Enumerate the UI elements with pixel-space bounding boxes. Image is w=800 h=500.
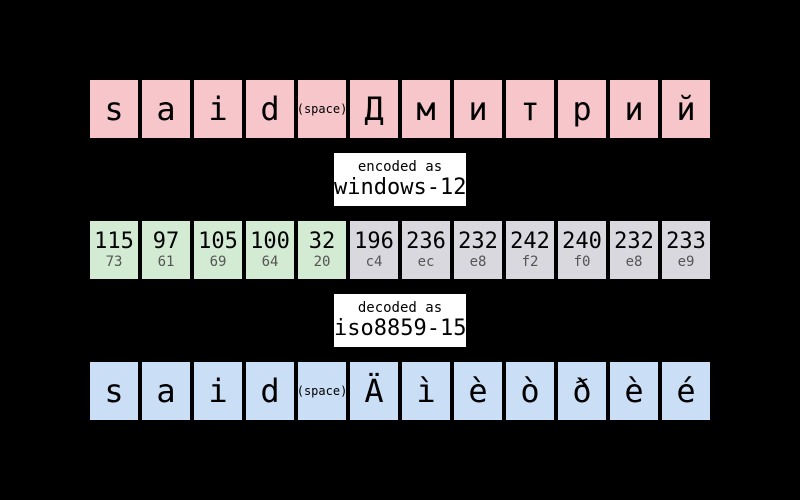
decoded-char-cell: è — [453, 361, 503, 421]
byte-cell: 9761 — [141, 220, 191, 280]
decoded-char-cell: a — [141, 361, 191, 421]
decoded-as-label: decoded as iso8859-15 — [334, 294, 466, 347]
original-char-cell: и — [453, 79, 503, 139]
decoded-char-cell: è — [609, 361, 659, 421]
byte-hex: 20 — [314, 255, 331, 269]
byte-hex: c4 — [366, 255, 383, 269]
byte-decimal: 232 — [614, 231, 654, 253]
byte-cell: 196c4 — [349, 220, 399, 280]
byte-hex: e8 — [470, 255, 487, 269]
byte-cell: 242f2 — [505, 220, 555, 280]
encoding-name: windows-1251 — [334, 175, 466, 200]
byte-decimal: 233 — [666, 231, 706, 253]
byte-cell: 233e9 — [661, 220, 711, 280]
original-char-cell: й — [661, 79, 711, 139]
original-char-cell: р — [557, 79, 607, 139]
byte-hex: 73 — [106, 255, 123, 269]
byte-cell: 232e8 — [453, 220, 503, 280]
encoded-as-text: encoded as — [334, 159, 466, 175]
byte-decimal: 97 — [153, 231, 180, 253]
original-char-cell: и — [609, 79, 659, 139]
decoded-char-cell: Ä — [349, 361, 399, 421]
decoded-char-cell: ò — [505, 361, 555, 421]
byte-cell: 232e8 — [609, 220, 659, 280]
byte-decimal: 196 — [354, 231, 394, 253]
byte-decimal: 32 — [309, 231, 336, 253]
original-chars-row: said(space)Дмитрий — [89, 79, 711, 139]
byte-hex: 64 — [262, 255, 279, 269]
byte-cell: 11573 — [89, 220, 139, 280]
byte-hex: 69 — [210, 255, 227, 269]
byte-decimal: 115 — [94, 231, 134, 253]
byte-decimal: 236 — [406, 231, 446, 253]
original-char-cell: d — [245, 79, 295, 139]
space-label: (space) — [297, 384, 348, 398]
byte-cell: 3220 — [297, 220, 347, 280]
byte-hex: e9 — [678, 255, 695, 269]
decoded-char-cell: ì — [401, 361, 451, 421]
decoding-name: iso8859-15 — [334, 316, 466, 341]
decoded-char-cell: (space) — [297, 361, 347, 421]
space-label: (space) — [297, 102, 348, 116]
original-char-cell: т — [505, 79, 555, 139]
byte-cell: 236 ec — [401, 220, 451, 280]
byte-decimal: 100 — [250, 231, 290, 253]
decoded-char-cell: ð — [557, 361, 607, 421]
original-char-cell: s — [89, 79, 139, 139]
original-char-cell: м — [401, 79, 451, 139]
decoded-as-text: decoded as — [334, 300, 466, 316]
byte-hex: 61 — [158, 255, 175, 269]
byte-hex: e8 — [626, 255, 643, 269]
byte-decimal: 232 — [458, 231, 498, 253]
byte-cell: 10569 — [193, 220, 243, 280]
original-char-cell: a — [141, 79, 191, 139]
original-char-cell: i — [193, 79, 243, 139]
decoded-char-cell: d — [245, 361, 295, 421]
byte-decimal: 240 — [562, 231, 602, 253]
byte-decimal: 242 — [510, 231, 550, 253]
decoded-char-cell: é — [661, 361, 711, 421]
byte-cell: 240f0 — [557, 220, 607, 280]
encoded-as-label: encoded as windows-1251 — [334, 153, 466, 206]
original-char-cell: (space) — [297, 79, 347, 139]
decoded-char-cell: i — [193, 361, 243, 421]
byte-hex: f0 — [574, 255, 591, 269]
byte-hex: ec — [418, 255, 435, 269]
original-char-cell: Д — [349, 79, 399, 139]
byte-decimal: 105 — [198, 231, 238, 253]
bytes-row: 11573976110569100643220196c4236ec232e824… — [89, 220, 711, 280]
decoded-chars-row: said(space)Äìèòðèé — [89, 361, 711, 421]
decoded-char-cell: s — [89, 361, 139, 421]
byte-cell: 10064 — [245, 220, 295, 280]
byte-hex: f2 — [522, 255, 539, 269]
